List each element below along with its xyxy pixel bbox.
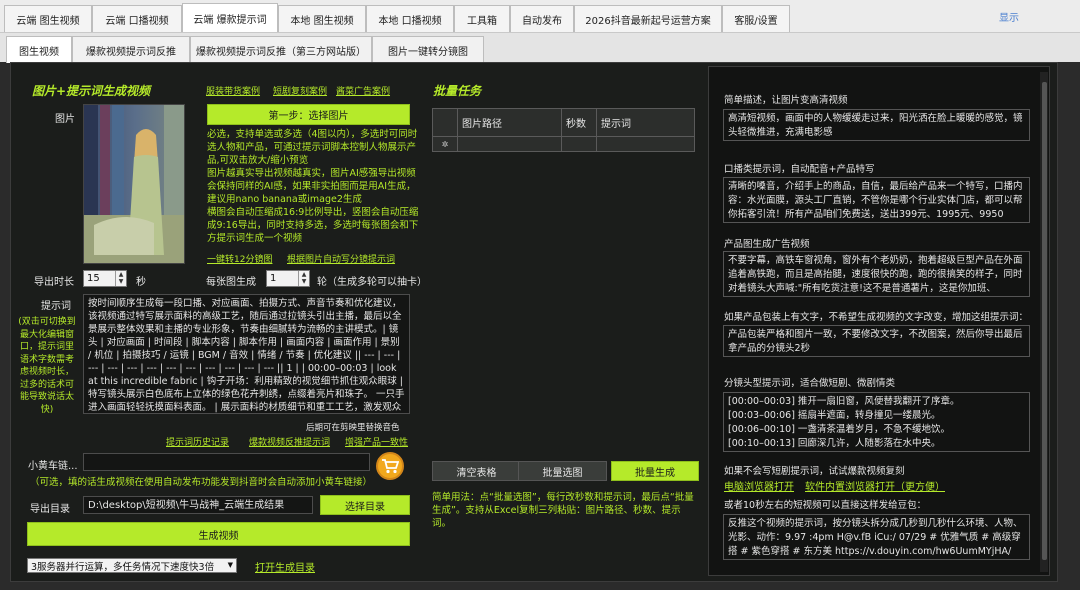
subtab-storyboard[interactable]: 图片一键转分镜图 [372,36,484,63]
tab-service-settings[interactable]: 客服/设置 [722,5,790,32]
duration-unit: 秒 [136,277,146,288]
example-title-5: 分镜头型提示词，适合做短剧、微剧情类 [724,378,896,389]
per-image-value: 1 [270,273,277,284]
link-prompt-history[interactable]: 提示词历史记录 [166,435,229,448]
copy-hot-video-title: 如果不会写短剧提示词，试试爆款视频复刻 [724,466,905,477]
duration-stepper[interactable]: 15 ▲ ▼ [83,270,127,287]
per-image-label: 每张图生成 [206,277,256,288]
per-image-unit: 轮（生成多轮可以抽卡） [317,277,427,288]
example-title-4: 如果产品包装上有文字，不希望生成视频的文字改变，增加这组提示词： [724,312,1029,323]
prompt-hint: 后期可在剪映里替换音色 [306,423,400,433]
export-dir-label: 导出目录 [30,504,70,515]
section-heading: 图片+提示词生成视频 [32,84,151,98]
example-box-5[interactable]: [00:00–00:03] 推开一扇旧窗，风便替我翻开了序章。 [00:03–0… [723,392,1030,452]
preview-image[interactable] [83,104,185,264]
cart-label: 小黄车链... [28,461,78,472]
example-box-2[interactable]: 清晰的嗓音，介绍手上的商品，自信，最后给产品来一个特写，口播内容：水光面膜，源头… [723,177,1030,223]
douyin-hint-title: 或者10秒左右的短视频可以直接这样发给豆包： [724,500,927,511]
prompt-label: 提示词 [41,301,71,312]
prompt-textarea[interactable]: 按时间顺序生成每一段口播、对应画面、拍摄方式、声音节奏和优化建议，该视频通过特写… [83,294,410,414]
col-prompt[interactable]: 提示词 [596,108,695,137]
dropdown-arrow-icon: ▼ [227,561,233,569]
subtab-image-video[interactable]: 图生视频 [6,36,72,63]
tab-cloud-hot-prompt[interactable]: 云端 爆款提示词 [182,3,278,33]
tab-local-talking-video[interactable]: 本地 口播视频 [366,5,454,32]
duration-label: 导出时长 [34,277,74,288]
douyin-example-box[interactable]: 反推这个视频的提示词，按分镜头拆分成几秒到几秒什么环境、人物、光影、动作：9.9… [723,514,1030,560]
clear-table-button[interactable]: 清空表格 [432,461,521,481]
tab-auto-publish[interactable]: 自动发布 [510,5,574,32]
link-auto-storyboard-prompt[interactable]: 根据图片自动写分镜提示词 [287,252,395,265]
sub-tab-bar: 图生视频 爆款视频提示词反推 爆款视频提示词反推（第三方网站版） 图片一键转分镜… [0,32,1080,63]
preview-photo-icon [84,105,184,263]
open-in-builtin-browser-link[interactable]: 软件内置浏览器打开（更方便） [805,478,945,493]
example-title-1: 简单描述，让图片变高清视频 [724,95,848,106]
export-dir-input[interactable]: D:\desktop\短视频\牛马战神_云端生成结果 [83,496,313,514]
row-header-corner [432,108,458,137]
tab-cloud-talking-video[interactable]: 云端 口播视频 [92,5,182,32]
cart-link-input[interactable] [83,453,370,471]
link-12-storyboards[interactable]: 一键转12分镜图 [207,252,272,265]
image-note: 必选，支持单选或多选（4图以内），多选时可同时选人物和产品，可通过提示词脚本控制… [207,129,419,244]
batch-table-header: 图片路径 秒数 提示词 [432,108,695,137]
case-link-clothing[interactable]: 服装带货案例 [206,84,260,97]
subtab-prompt-reverse[interactable]: 爆款视频提示词反推 [72,36,190,63]
new-row-marker: ✲ [432,136,458,152]
link-product-consistency[interactable]: 增强产品一致性 [345,435,408,448]
link-hot-video-reverse[interactable]: 爆款视频反推提示词 [249,435,330,448]
duration-value: 15 [87,273,100,284]
image-label: 图片 [55,114,75,125]
example-box-1[interactable]: 高清短视频，画面中的人物缓缓走过来，阳光洒在脸上暖暖的感觉，镜头轻微推进，充满电… [723,109,1030,141]
prompt-side-note: (双击可切换到最大化编辑窗口，提示词里语术字数需考虑视频时长，过多的话术可能导致… [18,317,76,415]
show-link[interactable]: 显示 [999,9,1019,24]
batch-table: 图片路径 秒数 提示词 ✲ [432,108,695,152]
cell-image-path[interactable] [457,136,562,152]
concurrency-select[interactable]: 3服务器并行运算，多任务情况下速度快3倍 ▼ [27,558,237,573]
example-title-3: 产品图生成广告视频 [724,239,810,250]
batch-usage-note: 简单用法：点“批量选图”，每行改秒数和提示词，最后点“批量生成”。支持从Exce… [432,492,694,529]
cell-prompt[interactable] [596,136,695,152]
top-tab-bar: 云端 图生视频 云端 口播视频 云端 爆款提示词 本地 图生视频 本地 口播视频… [0,0,1080,33]
example-box-3[interactable]: 不要字幕，高铁车窗视角，窗外有个老奶奶，抱着超级巨型产品在外面追着高铁跑，而且是… [723,251,1030,297]
example-box-4[interactable]: 产品包装严格和图片一致，不要修改文字，不改图案，然后你导出最后拿产品的分镜头2秒 [723,325,1030,357]
select-image-button[interactable]: 第一步：选择图片 [207,104,410,125]
col-seconds[interactable]: 秒数 [561,108,597,137]
case-link-pickle-ad[interactable]: 酱菜广告案例 [336,84,390,97]
batch-select-images-button[interactable]: 批量选图 [518,461,607,481]
batch-heading: 批量任务 [433,84,482,98]
stepper-arrows-icon[interactable]: ▲ ▼ [115,271,126,286]
batch-generate-button[interactable]: 批量生成 [611,461,699,481]
case-link-drama[interactable]: 短剧复刻案例 [273,84,327,97]
cart-glyph-icon [382,459,399,474]
per-image-stepper[interactable]: 1 ▲ ▼ [266,270,310,287]
tab-local-image-video[interactable]: 本地 图生视频 [278,5,366,32]
cart-note: （可选，填的话生成视频在使用自动发布功能发到抖音时会自动添加小黄车链接） [30,477,373,488]
tab-toolbox[interactable]: 工具箱 [454,5,510,32]
example-title-2: 口播类提示词，自动配音+产品特写 [724,164,875,175]
tab-cloud-image-video[interactable]: 云端 图生视频 [4,5,92,32]
right-scrollbar-thumb[interactable] [1042,82,1047,560]
subtab-prompt-reverse-third-party[interactable]: 爆款视频提示词反推（第三方网站版） [190,36,372,63]
concurrency-value: 3服务器并行运算，多任务情况下速度快3倍 [31,561,215,573]
choose-dir-button[interactable]: 选择目录 [320,495,410,515]
open-in-browser-link[interactable]: 电脑浏览器打开 [724,478,794,493]
stepper-arrows-icon[interactable]: ▲ ▼ [298,271,309,286]
table-row[interactable]: ✲ [432,136,695,152]
col-image-path[interactable]: 图片路径 [457,108,562,137]
tab-douyin-plan[interactable]: 2026抖音最新起号运营方案 [574,5,722,32]
generate-video-button[interactable]: 生成视频 [27,522,410,546]
cell-seconds[interactable] [561,136,597,152]
open-output-dir-link[interactable]: 打开生成目录 [255,559,315,574]
